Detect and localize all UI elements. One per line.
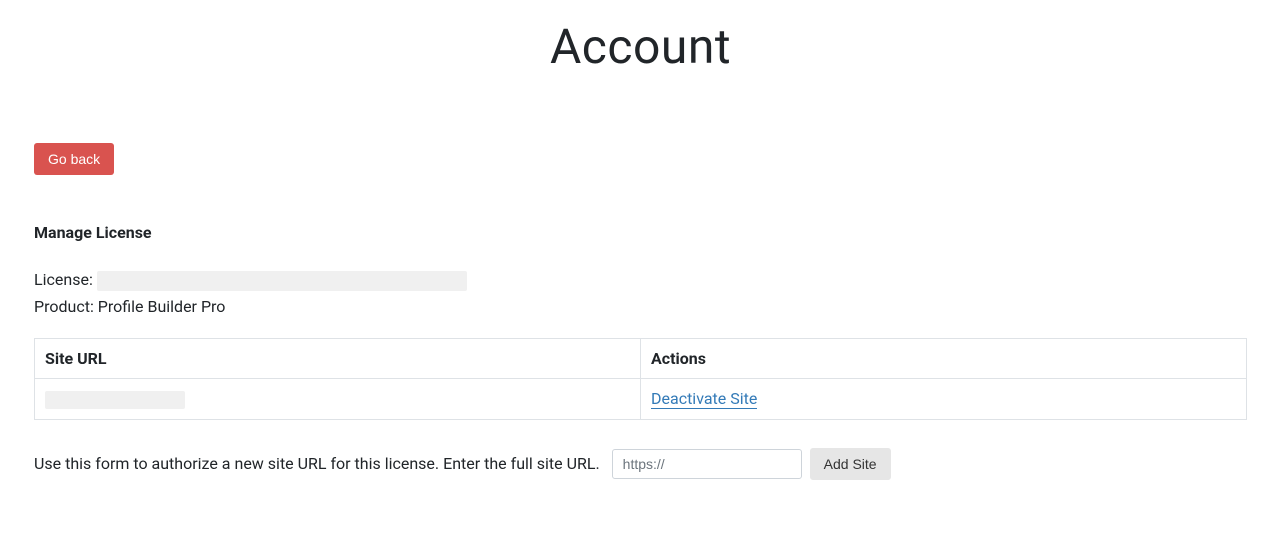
col-site-url: Site URL [35,338,641,378]
product-line: Product: Profile Builder Pro [34,297,1247,316]
table-header-row: Site URL Actions [35,338,1247,378]
license-label: License: [34,270,93,289]
table-row: Deactivate Site [35,378,1247,419]
site-url-input[interactable] [612,449,802,479]
cell-site-url [35,378,641,419]
product-value: Profile Builder Pro [98,297,226,316]
license-line: License: [34,270,1247,291]
deactivate-site-link[interactable]: Deactivate Site [651,389,757,409]
col-actions: Actions [641,338,1247,378]
manage-license-heading: Manage License [34,223,1247,242]
add-site-form: Use this form to authorize a new site UR… [34,448,1247,480]
form-help-text: Use this form to authorize a new site UR… [34,454,600,473]
product-label: Product: [34,297,94,316]
go-back-button[interactable]: Go back [34,143,114,175]
page-title: Account [34,18,1247,75]
cell-actions: Deactivate Site [641,378,1247,419]
site-url-value [45,391,185,409]
sites-table: Site URL Actions Deactivate Site [34,338,1247,420]
license-value [97,271,467,291]
add-site-button[interactable]: Add Site [810,448,891,480]
